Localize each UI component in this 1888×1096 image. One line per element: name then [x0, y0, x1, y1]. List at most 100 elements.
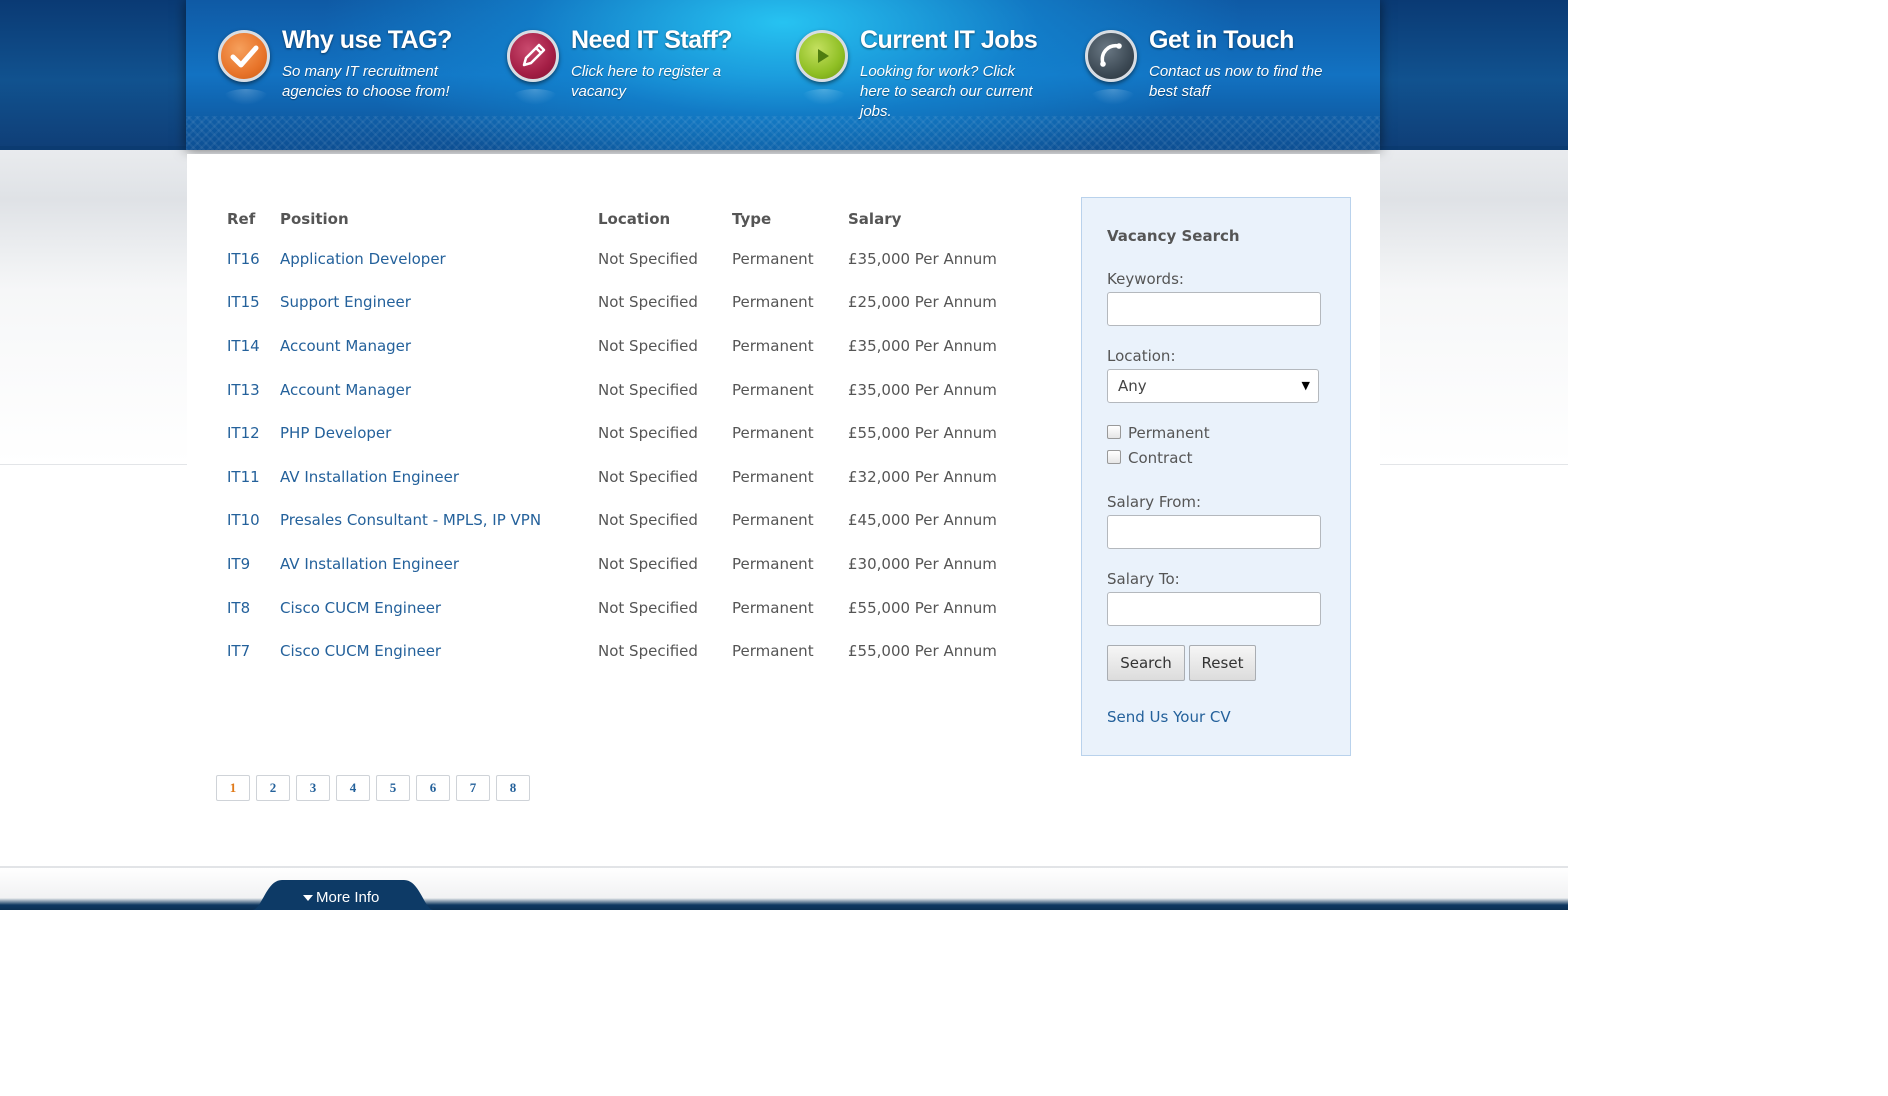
table-row: IT10 Presales Consultant - MPLS, IP VPN …	[215, 499, 1038, 543]
contract-checkbox-label: Contract	[1128, 449, 1193, 467]
job-type: Permanent	[732, 511, 814, 530]
job-salary: £30,000 Per Annum	[848, 554, 997, 573]
location-label: Location:	[1107, 347, 1176, 365]
table-row: IT15 Support Engineer Not Specified Perm…	[215, 281, 1038, 325]
column-header-position[interactable]: Position	[280, 199, 598, 237]
feature-current-it-jobs[interactable]: Current IT Jobs Looking for work? Click …	[764, 26, 1038, 120]
job-ref-link[interactable]: IT11	[215, 455, 280, 499]
job-position-link[interactable]: Cisco CUCM Engineer	[280, 629, 598, 673]
footer-bar	[0, 868, 1568, 910]
salary-to-input[interactable]	[1107, 592, 1321, 626]
job-ref-link[interactable]: IT16	[215, 237, 280, 281]
job-type: Permanent	[732, 554, 814, 573]
job-ref-link[interactable]: IT7	[215, 629, 280, 673]
job-position-link[interactable]: Cisco CUCM Engineer	[280, 586, 598, 630]
job-salary: £55,000 Per Annum	[848, 598, 997, 617]
job-position-link[interactable]: AV Installation Engineer	[280, 455, 598, 499]
page-link-6[interactable]: 6	[416, 775, 450, 801]
chevron-down-icon: ▼	[1301, 379, 1310, 392]
feature-desc: Contact us now to find the best staff	[1149, 63, 1323, 100]
page-link-7[interactable]: 7	[456, 775, 490, 801]
job-location: Not Specified	[598, 380, 698, 399]
table-row: IT14 Account Manager Not Specified Perma…	[215, 324, 1038, 368]
job-position-link[interactable]: Application Developer	[280, 237, 598, 281]
feature-need-it-staff[interactable]: Need IT Staff? Click here to register a …	[475, 26, 745, 116]
feature-title: Get in Touch	[1149, 26, 1294, 54]
job-ref-link[interactable]: IT10	[215, 499, 280, 543]
job-type: Permanent	[732, 598, 814, 617]
column-header-type[interactable]: Type	[732, 199, 848, 237]
table-row: IT16 Application Developer Not Specified…	[215, 237, 1038, 281]
job-salary: £35,000 Per Annum	[848, 380, 997, 399]
page-link-2[interactable]: 2	[256, 775, 290, 801]
keywords-label: Keywords:	[1107, 270, 1184, 288]
job-ref-link[interactable]: IT14	[215, 324, 280, 368]
permanent-checkbox-label: Permanent	[1128, 424, 1210, 442]
job-position-link[interactable]: Support Engineer	[280, 281, 598, 325]
table-row: IT7 Cisco CUCM Engineer Not Specified Pe…	[215, 629, 1038, 673]
caret-down-icon	[303, 895, 313, 901]
job-location: Not Specified	[598, 336, 698, 355]
column-header-location[interactable]: Location	[598, 199, 732, 237]
job-salary: £25,000 Per Annum	[848, 293, 997, 312]
job-location: Not Specified	[598, 293, 698, 312]
more-info-tab[interactable]: More Info	[252, 880, 434, 910]
feature-desc: Click here to register a vacancy	[571, 63, 722, 100]
job-location: Not Specified	[598, 424, 698, 443]
location-select-value: Any	[1118, 377, 1147, 395]
table-row: IT12 PHP Developer Not Specified Permane…	[215, 411, 1038, 455]
play-icon	[796, 30, 848, 105]
job-position-link[interactable]: PHP Developer	[280, 411, 598, 455]
job-ref-link[interactable]: IT8	[215, 586, 280, 630]
main-content: Ref Position Location Type Salary IT16 A…	[187, 154, 1380, 866]
page-link-3[interactable]: 3	[296, 775, 330, 801]
job-position-link[interactable]: Account Manager	[280, 368, 598, 412]
reset-button[interactable]: Reset	[1189, 645, 1256, 681]
job-type: Permanent	[732, 642, 814, 661]
location-select[interactable]: Any ▼	[1107, 369, 1319, 403]
job-type: Permanent	[732, 380, 814, 399]
job-position-link[interactable]: Account Manager	[280, 324, 598, 368]
feature-desc: Looking for work? Click here to search o…	[860, 63, 1033, 120]
feature-why-use-tag[interactable]: Why use TAG? So many IT recruitment agen…	[186, 26, 456, 116]
search-button[interactable]: Search	[1107, 645, 1185, 681]
job-location: Not Specified	[598, 554, 698, 573]
header: Why use TAG? So many IT recruitment agen…	[0, 0, 1568, 150]
job-salary: £45,000 Per Annum	[848, 511, 997, 530]
job-type: Permanent	[732, 424, 814, 443]
job-ref-link[interactable]: IT9	[215, 542, 280, 586]
send-cv-link[interactable]: Send Us Your CV	[1107, 708, 1231, 726]
job-ref-link[interactable]: IT13	[215, 368, 280, 412]
vacancy-search-heading: Vacancy Search	[1107, 227, 1240, 245]
page-link-1[interactable]: 1	[216, 775, 250, 801]
feature-get-in-touch[interactable]: Get in Touch Contact us now to find the …	[1053, 26, 1323, 116]
permanent-checkbox-row[interactable]: Permanent	[1107, 424, 1210, 442]
page-link-5[interactable]: 5	[376, 775, 410, 801]
column-header-ref[interactable]: Ref	[215, 199, 280, 237]
job-position-link[interactable]: Presales Consultant - MPLS, IP VPN	[280, 499, 598, 543]
table-row: IT8 Cisco CUCM Engineer Not Specified Pe…	[215, 586, 1038, 630]
header-banner: Why use TAG? So many IT recruitment agen…	[186, 0, 1380, 150]
job-position-link[interactable]: AV Installation Engineer	[280, 542, 598, 586]
contract-checkbox-row[interactable]: Contract	[1107, 449, 1193, 467]
keywords-input[interactable]	[1107, 292, 1321, 326]
job-ref-link[interactable]: IT12	[215, 411, 280, 455]
job-ref-link[interactable]: IT15	[215, 281, 280, 325]
job-location: Not Specified	[598, 249, 698, 268]
salary-to-label: Salary To:	[1107, 570, 1180, 588]
table-row: IT9 AV Installation Engineer Not Specifi…	[215, 542, 1038, 586]
job-type: Permanent	[732, 336, 814, 355]
job-salary: £55,000 Per Annum	[848, 424, 997, 443]
job-salary: £35,000 Per Annum	[848, 249, 997, 268]
feature-title: Current IT Jobs	[860, 26, 1038, 54]
page-link-8[interactable]: 8	[496, 775, 530, 801]
salary-from-input[interactable]	[1107, 515, 1321, 549]
contract-checkbox[interactable]	[1107, 450, 1121, 464]
salary-from-label: Salary From:	[1107, 493, 1202, 511]
job-type: Permanent	[732, 249, 814, 268]
more-info-label: More Info	[316, 889, 380, 906]
column-header-salary[interactable]: Salary	[848, 199, 1038, 237]
job-location: Not Specified	[598, 467, 698, 486]
permanent-checkbox[interactable]	[1107, 425, 1121, 439]
page-link-4[interactable]: 4	[336, 775, 370, 801]
